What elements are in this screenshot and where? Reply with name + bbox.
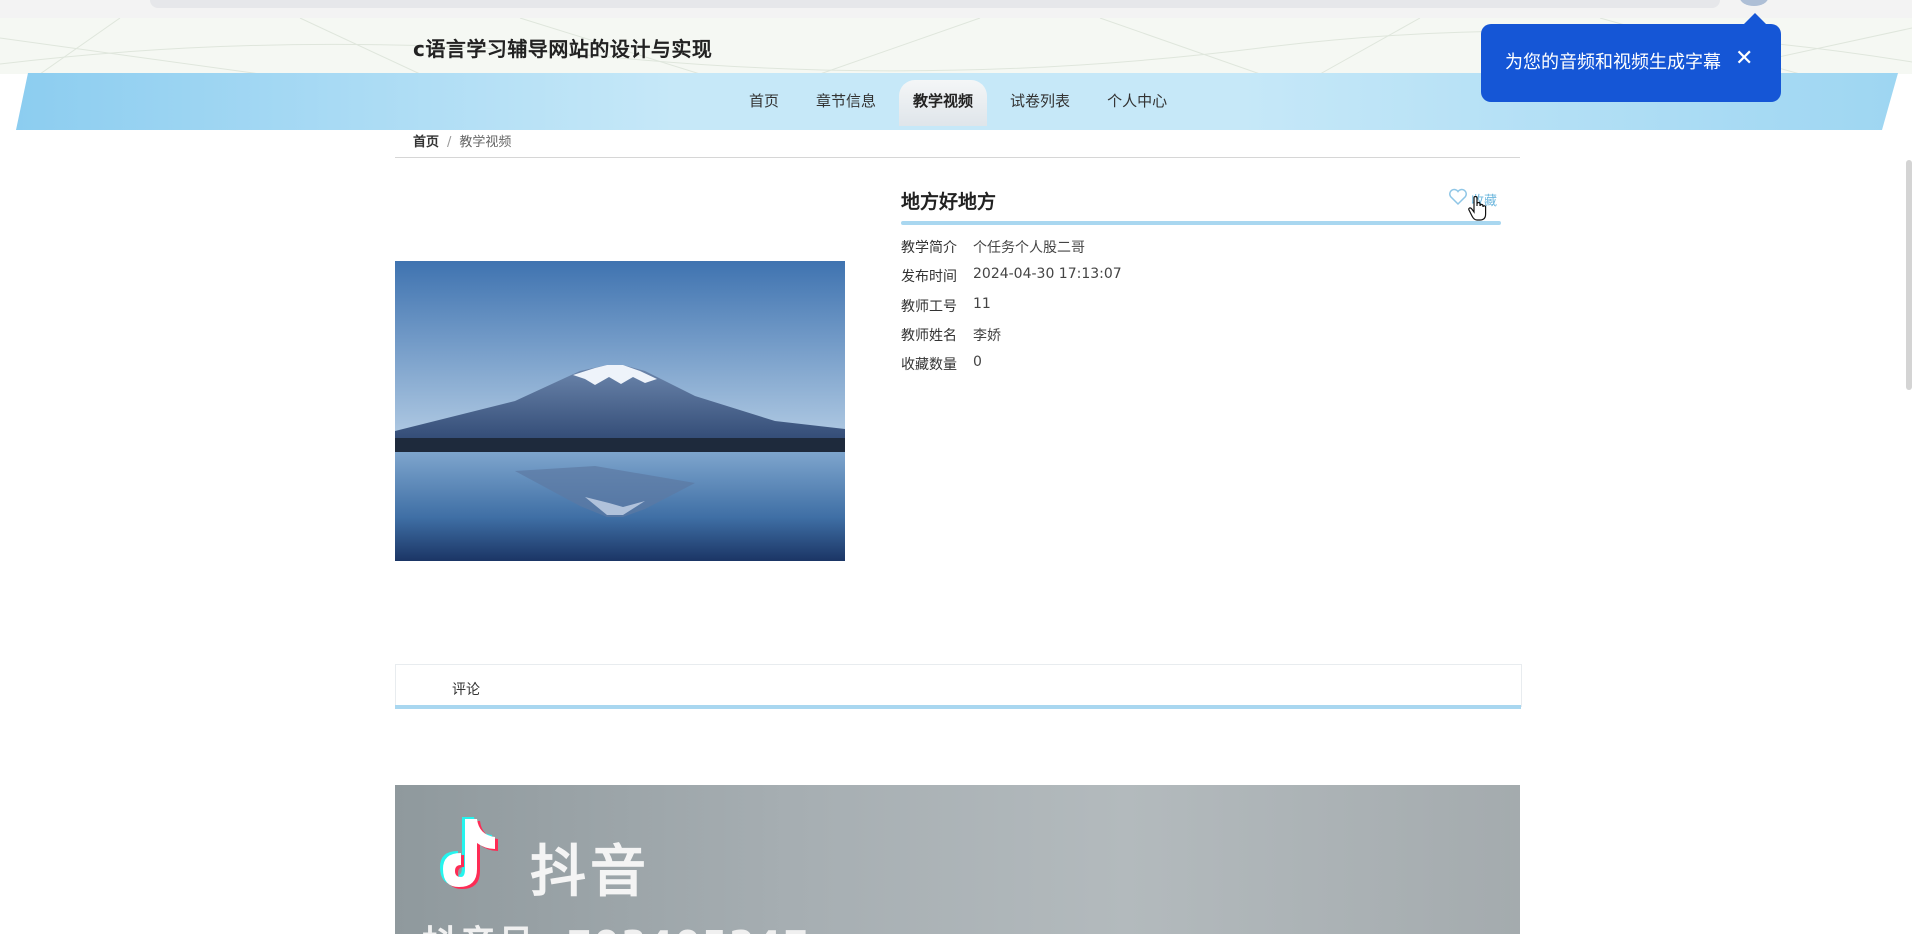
comment-tab-bar: 评论 xyxy=(395,664,1522,707)
mountain-lake-image xyxy=(395,261,845,561)
hand-pointer-icon xyxy=(1468,195,1488,226)
breadcrumb: 首页 / 教学视频 xyxy=(413,131,511,150)
nav-item-videos[interactable]: 教学视频 xyxy=(899,80,988,126)
info-key: 教师工号 xyxy=(901,298,957,315)
info-row-publish-time: 发布时间 2024-04-30 17:13:07 xyxy=(901,266,1122,295)
tooltip-arrow xyxy=(1743,13,1767,25)
info-value: 11 xyxy=(973,295,991,312)
video-watermark-id: 抖音号: 703405247 xyxy=(422,915,810,934)
divider xyxy=(395,157,1520,158)
info-value: 0 xyxy=(973,354,982,371)
info-key: 教学简介 xyxy=(901,240,957,256)
browser-top-strip xyxy=(0,0,1912,18)
title-underline xyxy=(901,221,1501,225)
comment-underline xyxy=(395,705,1521,709)
heart-icon xyxy=(1448,188,1468,210)
tiktok-logo-icon xyxy=(425,807,515,901)
tab-comments[interactable]: 评论 xyxy=(452,679,480,699)
video-info-list: 教学简介 个任务个人股二哥 发布时间 2024-04-30 17:13:07 教… xyxy=(901,237,1122,383)
info-value: 2024-04-30 17:13:07 xyxy=(973,266,1122,283)
info-row-teacher-name: 教师姓名 李娇 xyxy=(901,325,1122,354)
info-key: 发布时间 xyxy=(901,269,957,286)
profile-icon[interactable] xyxy=(1740,0,1768,6)
caption-tooltip: 为您的音频和视频生成字幕 ✕ xyxy=(1481,13,1781,102)
site-title: c语言学习辅导网站的设计与实现 xyxy=(413,37,713,61)
scrollbar[interactable] xyxy=(1906,160,1912,390)
info-key: 教师姓名 xyxy=(901,327,957,344)
video-cover-image xyxy=(395,261,845,561)
info-row-teacher-id: 教师工号 11 xyxy=(901,296,1122,325)
info-key: 收藏数量 xyxy=(901,357,957,374)
nav-item-home[interactable]: 首页 xyxy=(735,80,793,126)
video-title: 地方好地方 xyxy=(901,191,997,213)
info-row-intro: 教学简介 个任务个人股二哥 xyxy=(901,237,1122,266)
breadcrumb-separator: / xyxy=(447,135,452,150)
address-bar-edge[interactable] xyxy=(150,0,1720,8)
breadcrumb-home[interactable]: 首页 xyxy=(413,135,439,150)
nav-item-chapters[interactable]: 章节信息 xyxy=(802,80,890,126)
info-value: 李娇 xyxy=(973,327,1001,344)
nav-item-profile[interactable]: 个人中心 xyxy=(1093,80,1181,126)
video-brand-text: 抖音 xyxy=(530,840,650,905)
close-icon[interactable]: ✕ xyxy=(1735,46,1753,71)
breadcrumb-current: 教学视频 xyxy=(459,135,512,150)
video-player[interactable]: 抖音 抖音号: 703405247 xyxy=(395,785,1520,934)
main-nav: 首页 章节信息 教学视频 试卷列表 个人中心 xyxy=(735,80,1190,126)
info-value: 个任务个人股二哥 xyxy=(973,240,1085,256)
tooltip-text: 为您的音频和视频生成字幕 xyxy=(1505,52,1721,73)
info-row-favorite-count: 收藏数量 0 xyxy=(901,354,1122,383)
nav-item-exams[interactable]: 试卷列表 xyxy=(996,80,1084,126)
